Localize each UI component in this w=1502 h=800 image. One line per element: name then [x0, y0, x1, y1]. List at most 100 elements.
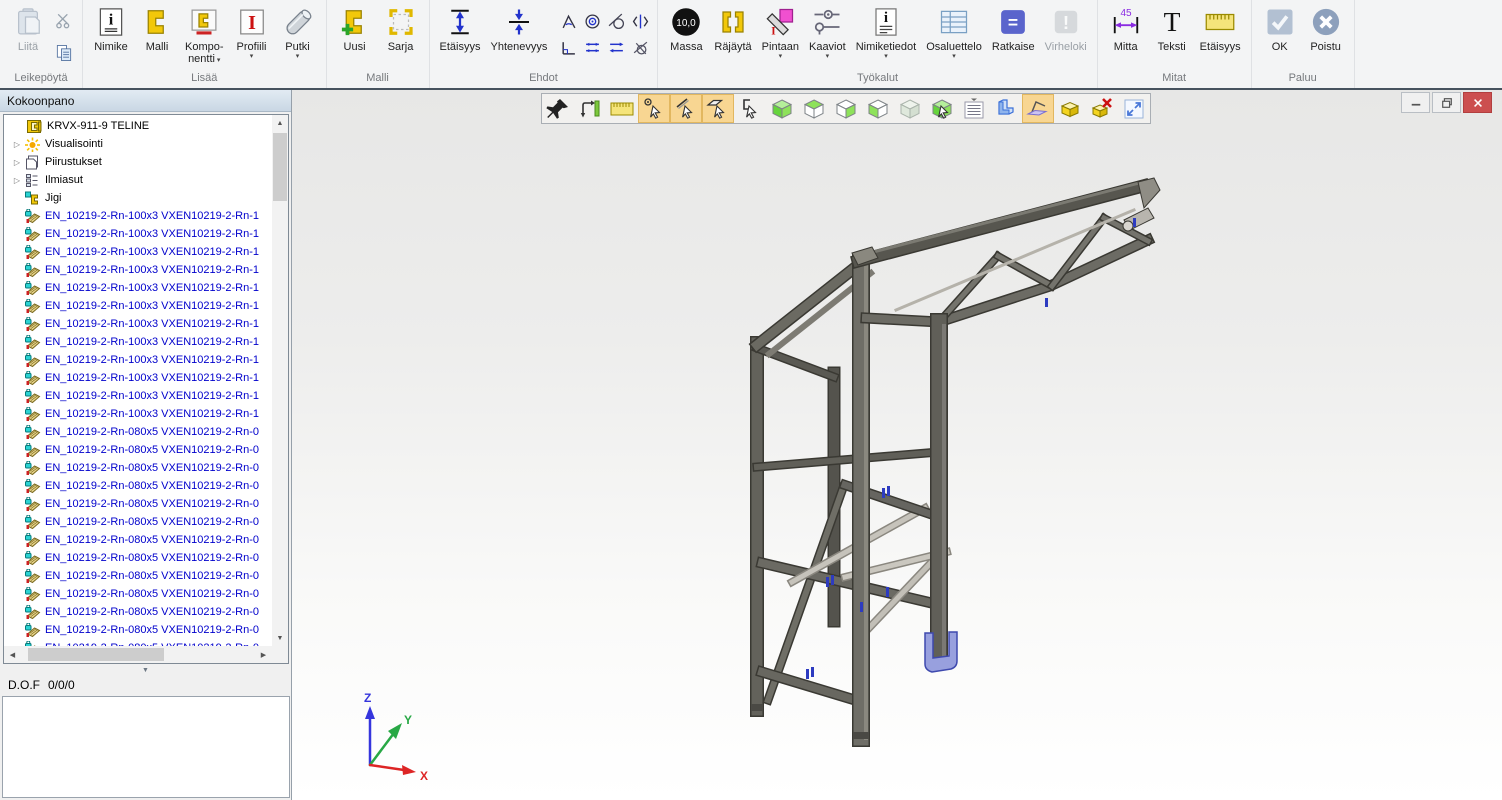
tree-item-visualisointi[interactable]: ▷Visualisointi: [4, 135, 272, 153]
expand-arrow-icon[interactable]: ▷: [12, 158, 22, 167]
dropdown-caret-icon[interactable]: ▾: [296, 53, 300, 60]
fit-view-button[interactable]: [1118, 94, 1150, 123]
etaisyys-measure-button[interactable]: Etäisyys: [1196, 3, 1245, 55]
model-3d[interactable]: Z Y X: [292, 90, 1502, 800]
shade-right-button[interactable]: [830, 94, 862, 123]
tree-part-item[interactable]: EN_10219-2-Rn-080x5 VXEN10219-2-Rn-0: [4, 423, 272, 441]
profile-view-button[interactable]: [990, 94, 1022, 123]
kaaviot-button[interactable]: Kaaviot▾: [805, 3, 850, 62]
tree-item-ilmiasut[interactable]: ▷Ilmiasut: [4, 171, 272, 189]
paste-button[interactable]: Liitä: [6, 3, 50, 55]
poistu-button[interactable]: Poistu: [1304, 3, 1348, 55]
select-body-button[interactable]: [926, 94, 958, 123]
sarja-button[interactable]: Sarja: [379, 3, 423, 55]
dropdown-caret-icon[interactable]: ▾: [952, 53, 956, 60]
pintaan-button[interactable]: IPintaan▾: [758, 3, 803, 62]
expand-arrow-icon[interactable]: ▷: [12, 176, 22, 185]
mitta-button[interactable]: 45Mitta: [1104, 3, 1148, 55]
expand-arrow-icon[interactable]: ▷: [12, 140, 22, 149]
malli-button[interactable]: Malli: [135, 3, 179, 55]
scroll-left-icon[interactable]: ◀: [4, 646, 21, 663]
shade-front-button[interactable]: [862, 94, 894, 123]
tangent-constraint-button[interactable]: [605, 9, 627, 33]
tree-part-item[interactable]: EN_10219-2-Rn-080x5 VXEN10219-2-Rn-0: [4, 513, 272, 531]
tree-part-item[interactable]: EN_10219-2-Rn-100x3 VXEN10219-2-Rn-1: [4, 261, 272, 279]
box-delete-button[interactable]: [1086, 94, 1118, 123]
select-face-button[interactable]: [702, 94, 734, 123]
tree-part-item[interactable]: EN_10219-2-Rn-100x3 VXEN10219-2-Rn-1: [4, 351, 272, 369]
horizontal-scrollbar[interactable]: ◀ ▶: [4, 646, 272, 663]
tree-part-item[interactable]: EN_10219-2-Rn-080x5 VXEN10219-2-Rn-0: [4, 639, 272, 646]
tree-item-piirustukset[interactable]: ▷Piirustukset: [4, 153, 272, 171]
nimiketiedot-button[interactable]: iNimiketiedot▾: [852, 3, 921, 62]
tree-part-item[interactable]: EN_10219-2-Rn-100x3 VXEN10219-2-Rn-1: [4, 405, 272, 423]
cut-button[interactable]: [52, 9, 76, 33]
angle-constraint-button[interactable]: [557, 9, 579, 33]
tree-part-item[interactable]: EN_10219-2-Rn-080x5 VXEN10219-2-Rn-0: [4, 441, 272, 459]
scroll-up-icon[interactable]: ▲: [272, 115, 288, 131]
ok-button[interactable]: OK: [1258, 3, 1302, 55]
tree-part-item[interactable]: EN_10219-2-Rn-080x5 VXEN10219-2-Rn-0: [4, 621, 272, 639]
symmetry-constraint-button[interactable]: [629, 9, 651, 33]
ratkaise-button[interactable]: =Ratkaise: [988, 3, 1039, 55]
ruler-button[interactable]: [606, 94, 638, 123]
scroll-down-icon[interactable]: ▼: [272, 630, 288, 646]
tree-item-jigi[interactable]: Jigi: [4, 189, 272, 207]
scroll-right-icon[interactable]: ▶: [255, 646, 272, 663]
perpendicular-constraint-button[interactable]: [557, 35, 579, 59]
dropdown-caret-icon[interactable]: ▾: [826, 53, 830, 60]
tree-part-item[interactable]: EN_10219-2-Rn-100x3 VXEN10219-2-Rn-1: [4, 279, 272, 297]
section-plane-button[interactable]: [1022, 94, 1054, 123]
rajayta-button[interactable]: Räjäytä: [710, 3, 755, 55]
tree-part-item[interactable]: EN_10219-2-Rn-080x5 VXEN10219-2-Rn-0: [4, 549, 272, 567]
tree-part-item[interactable]: EN_10219-2-Rn-100x3 VXEN10219-2-Rn-1: [4, 297, 272, 315]
close-button[interactable]: [1463, 92, 1492, 113]
putki-button[interactable]: Putki▾: [276, 3, 320, 62]
copy-button[interactable]: [52, 41, 76, 65]
osaluettelo-button[interactable]: Osaluettelo▾: [922, 3, 986, 62]
equal-constraint-button[interactable]: [581, 35, 603, 59]
select-point-button[interactable]: [638, 94, 670, 123]
panel-splitter[interactable]: ▼: [0, 666, 291, 675]
tree-part-item[interactable]: EN_10219-2-Rn-100x3 VXEN10219-2-Rn-1: [4, 243, 272, 261]
pin-toolbar-button[interactable]: [542, 94, 574, 123]
shade-top-button[interactable]: [798, 94, 830, 123]
3d-viewport[interactable]: Z Y X: [292, 90, 1502, 800]
select-profile-button[interactable]: [734, 94, 766, 123]
tree-part-item[interactable]: EN_10219-2-Rn-100x3 VXEN10219-2-Rn-1: [4, 333, 272, 351]
concentric-constraint-button[interactable]: [581, 9, 603, 33]
profiili-button[interactable]: IProfiili▾: [230, 3, 274, 62]
virheloki-button[interactable]: !Virheloki: [1041, 3, 1091, 55]
tree-part-item[interactable]: EN_10219-2-Rn-080x5 VXEN10219-2-Rn-0: [4, 603, 272, 621]
measure-move-button[interactable]: [574, 94, 606, 123]
antitangent-constraint-button[interactable]: [629, 35, 651, 59]
tree-part-item[interactable]: EN_10219-2-Rn-080x5 VXEN10219-2-Rn-0: [4, 495, 272, 513]
view-list-button[interactable]: [958, 94, 990, 123]
minimize-button[interactable]: [1401, 92, 1430, 113]
dropdown-caret-icon[interactable]: ▾: [884, 53, 888, 60]
tree-part-item[interactable]: EN_10219-2-Rn-100x3 VXEN10219-2-Rn-1: [4, 225, 272, 243]
tree-part-item[interactable]: EN_10219-2-Rn-100x3 VXEN10219-2-Rn-1: [4, 387, 272, 405]
etaisyys-constraint-button[interactable]: Etäisyys: [436, 3, 485, 55]
shade-soft-button[interactable]: [894, 94, 926, 123]
massa-button[interactable]: 10,0Massa: [664, 3, 708, 55]
parallel-constraint-button[interactable]: [605, 35, 627, 59]
tree-part-item[interactable]: EN_10219-2-Rn-100x3 VXEN10219-2-Rn-1: [4, 315, 272, 333]
nimike-button[interactable]: iNimike: [89, 3, 133, 55]
dropdown-caret-icon[interactable]: ▾: [250, 53, 254, 60]
tree-root-item[interactable]: KRVX-911-9 TELINE: [4, 117, 272, 135]
vertical-scrollbar[interactable]: ▲ ▼: [272, 115, 288, 646]
box-fill-button[interactable]: [1054, 94, 1086, 123]
restore-button[interactable]: [1432, 92, 1461, 113]
tree-part-item[interactable]: EN_10219-2-Rn-080x5 VXEN10219-2-Rn-0: [4, 531, 272, 549]
tree-part-item[interactable]: EN_10219-2-Rn-080x5 VXEN10219-2-Rn-0: [4, 459, 272, 477]
tree-part-item[interactable]: EN_10219-2-Rn-080x5 VXEN10219-2-Rn-0: [4, 567, 272, 585]
tree-part-item[interactable]: EN_10219-2-Rn-100x3 VXEN10219-2-Rn-1: [4, 369, 272, 387]
vertical-scroll-thumb[interactable]: [273, 133, 287, 201]
select-edge-button[interactable]: [670, 94, 702, 123]
horizontal-scroll-thumb[interactable]: [28, 648, 164, 661]
tree-part-item[interactable]: EN_10219-2-Rn-080x5 VXEN10219-2-Rn-0: [4, 477, 272, 495]
uusi-button[interactable]: Uusi: [333, 3, 377, 55]
tree-part-item[interactable]: EN_10219-2-Rn-080x5 VXEN10219-2-Rn-0: [4, 585, 272, 603]
komponentti-button[interactable]: Kompo-nentti ▾: [181, 3, 228, 67]
